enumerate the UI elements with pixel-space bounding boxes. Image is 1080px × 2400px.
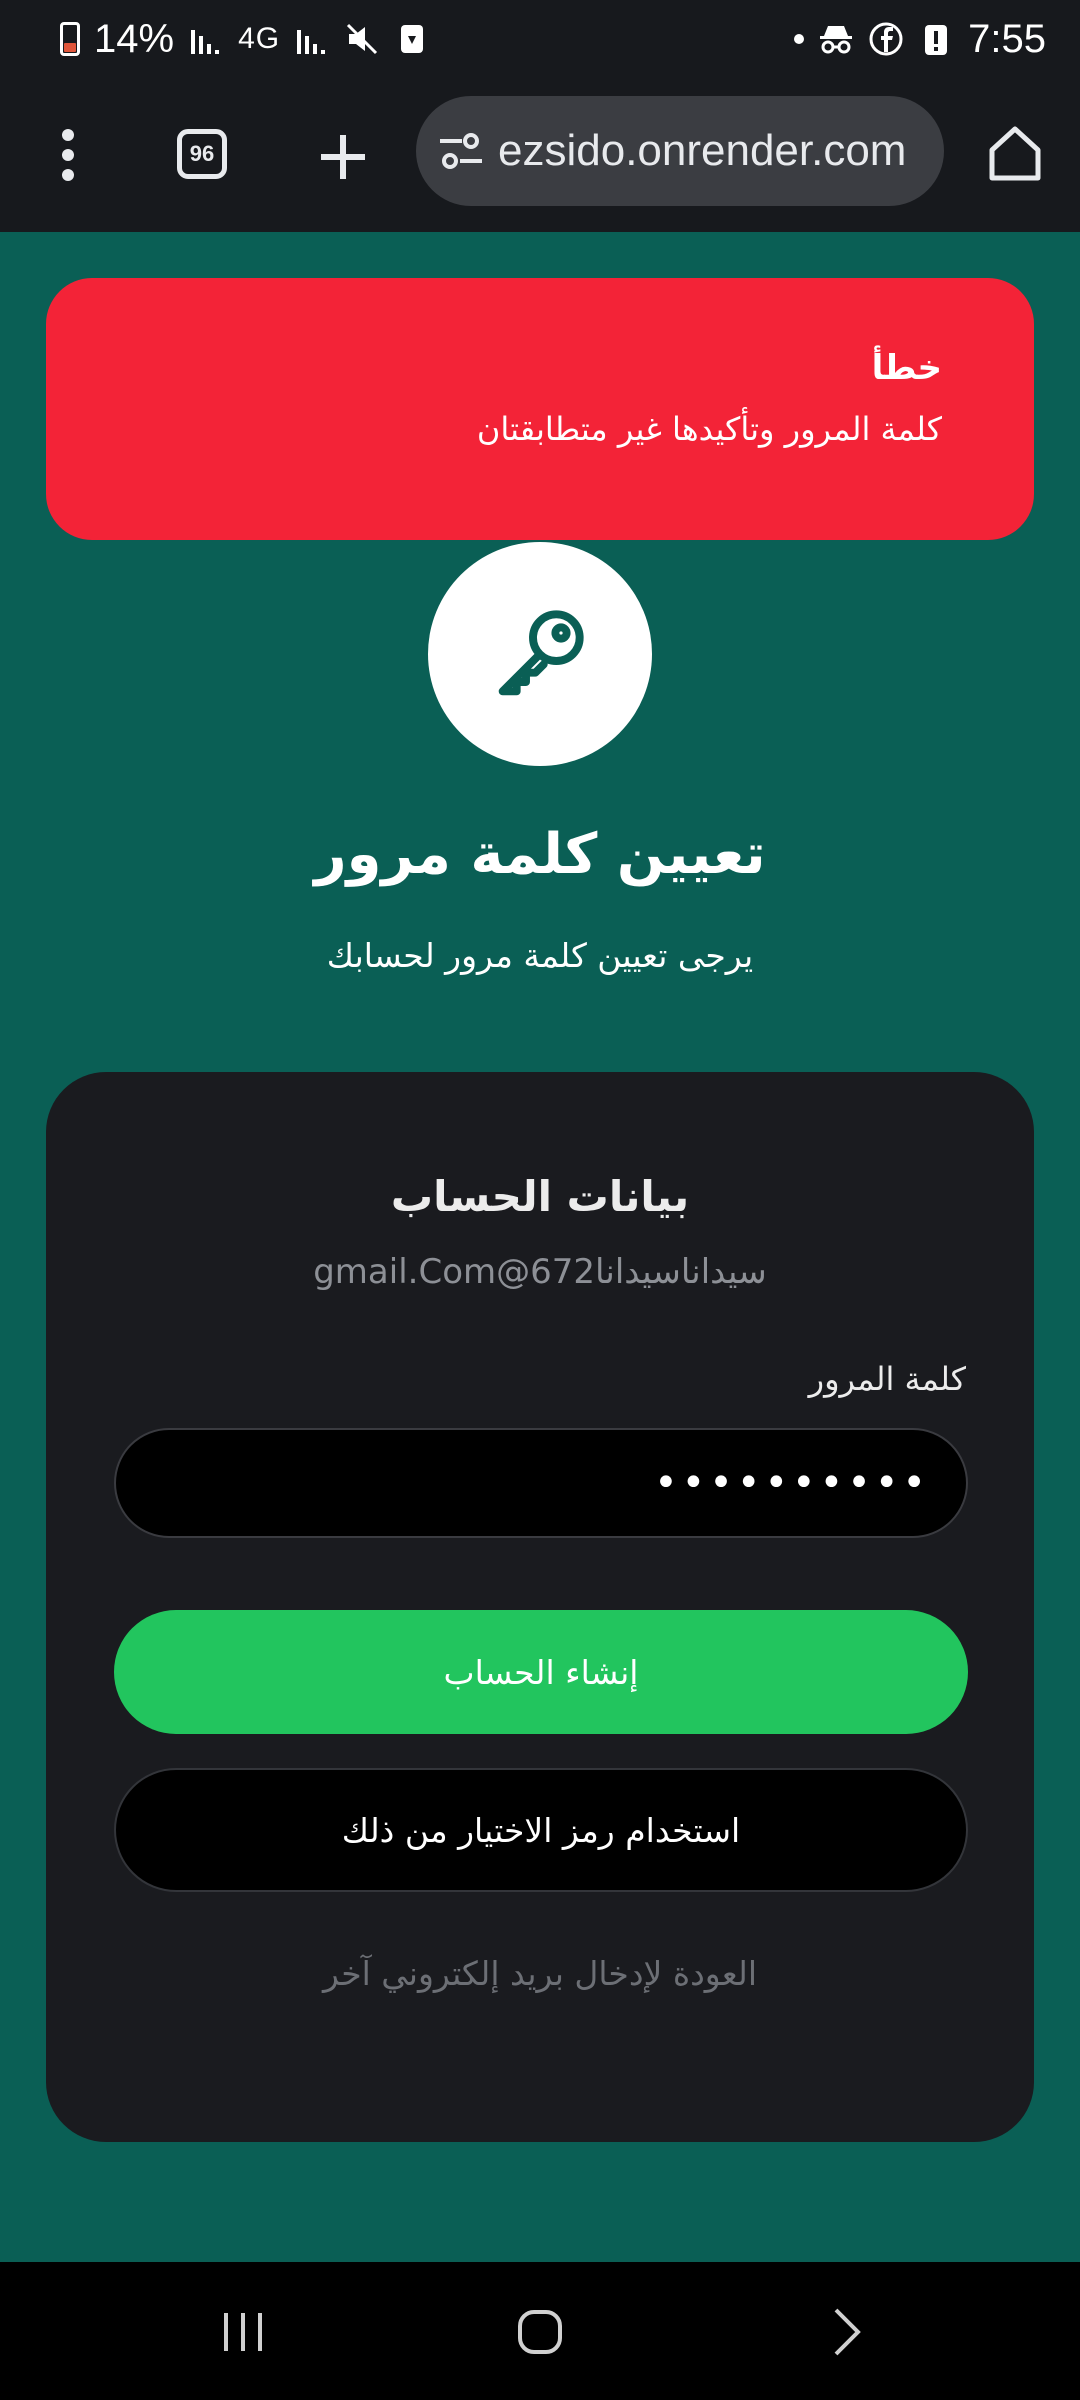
battery-percent: 14% <box>94 16 175 61</box>
page-subtitle: يرجى تعيين كلمة مرور لحسابك <box>326 936 754 975</box>
back-to-email-link[interactable]: العودة لإدخال بريد إلكتروني آخر <box>46 1954 1034 1993</box>
status-left: 14% 4G <box>60 17 430 62</box>
plus-icon <box>321 135 365 179</box>
menu-icon <box>62 129 74 181</box>
home-nav-button[interactable] <box>500 2292 580 2372</box>
create-account-button[interactable]: إنشاء الحساب <box>114 1610 968 1734</box>
clock: 7:55 <box>968 16 1046 61</box>
home-button[interactable] <box>980 118 1050 188</box>
home-circle-icon <box>518 2310 562 2354</box>
recents-button[interactable] <box>203 2292 283 2372</box>
incognito-icon <box>818 21 854 57</box>
key-badge <box>428 542 652 766</box>
mute-icon <box>344 21 380 57</box>
address-bar[interactable]: ezsido.onrender.com <box>416 96 944 206</box>
home-icon <box>989 126 1041 181</box>
page-content: خطأ كلمة المرور وتأكيدها غير متطابقتان ت… <box>0 232 1080 2262</box>
new-tab-button[interactable] <box>310 124 376 190</box>
password-label: كلمة المرور <box>808 1360 966 1398</box>
card-title: بيانات الحساب <box>390 1172 690 1221</box>
menu-button[interactable] <box>40 118 96 192</box>
key-icon <box>498 610 584 696</box>
status-bar: 14% 4G 7:55 <box>0 0 1080 78</box>
account-card: بيانات الحساب سيداناسيدانا672@gmail.Com … <box>46 1072 1034 2142</box>
tabs-button[interactable]: 96 <box>172 124 232 184</box>
network-type: 4G <box>238 22 281 55</box>
back-nav-button[interactable] <box>806 2292 886 2372</box>
dot-icon <box>794 34 805 44</box>
sim-icon <box>394 21 430 57</box>
recents-icon <box>224 2313 262 2351</box>
url-text: ezsido.onrender.com <box>498 126 907 175</box>
site-settings-icon <box>440 133 482 169</box>
back-icon <box>834 2308 861 2356</box>
alert-icon <box>918 21 954 57</box>
signal-icon <box>294 21 330 57</box>
facebook-icon <box>868 21 904 57</box>
battery-icon <box>60 22 80 56</box>
status-right: 7:55 <box>794 17 1046 62</box>
error-title: خطأ <box>871 348 942 388</box>
system-nav-bar <box>0 2262 1080 2400</box>
error-message: كلمة المرور وتأكيدها غير متطابقتان <box>476 410 942 448</box>
error-alert: خطأ كلمة المرور وتأكيدها غير متطابقتان <box>46 278 1034 540</box>
password-input[interactable]: •••••••••• <box>114 1428 968 1538</box>
use-passkey-button[interactable]: استخدام رمز الاختيار من ذلك <box>114 1768 968 1892</box>
account-email: سيداناسيدانا672@gmail.Com <box>313 1252 767 1292</box>
tab-count: 96 <box>177 129 227 179</box>
signal-icon <box>188 21 224 57</box>
page-title: تعيين كلمة مرور <box>314 822 766 887</box>
browser-toolbar: 96 ezsido.onrender.com <box>0 78 1080 232</box>
